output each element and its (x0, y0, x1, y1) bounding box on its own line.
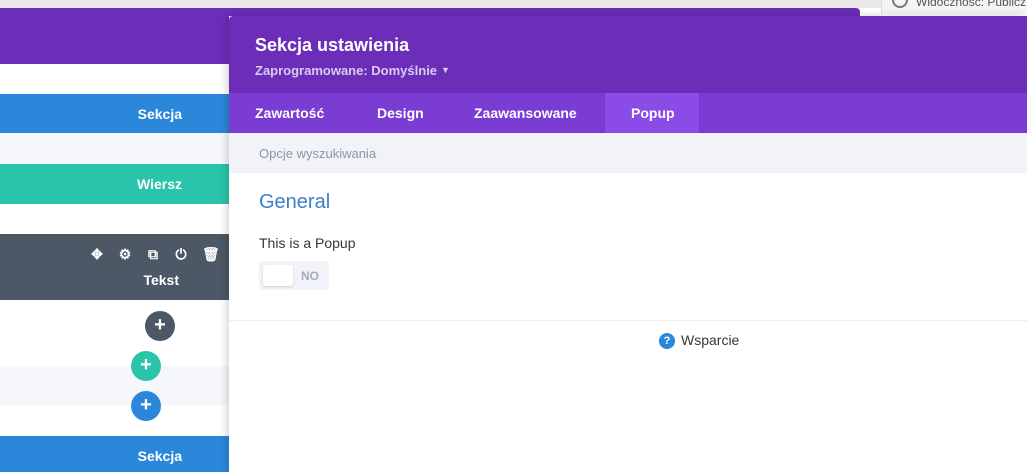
admin-top-strip (0, 0, 1027, 8)
toggle-value: NO (301, 269, 319, 283)
caret-down-icon: ▼ (441, 65, 450, 75)
search-placeholder: Opcje wyszukiwania (259, 146, 377, 161)
module-label: Tekst (143, 272, 179, 288)
modal-title: Sekcja ustawienia (255, 35, 410, 55)
options-search-input[interactable]: Opcje wyszukiwania (229, 133, 1027, 173)
support-link[interactable]: ? Wsparcie (659, 332, 739, 349)
tab-zawartosc[interactable]: Zawartość (229, 93, 351, 133)
builder-spacer (0, 133, 229, 164)
eye-icon (892, 0, 908, 8)
trash-icon[interactable]: 🗑 (202, 247, 220, 261)
add-section-button[interactable]: + (131, 391, 161, 421)
add-row-button[interactable]: + (131, 351, 161, 381)
popup-toggle[interactable]: NO (259, 261, 329, 290)
help-icon: ? (659, 333, 675, 349)
gear-icon[interactable]: ⚙ (118, 247, 132, 261)
preset-dropdown[interactable]: Zaprogramowane: Domyślnie ▼ (255, 63, 450, 78)
add-module-button[interactable]: + (145, 311, 175, 341)
row-label: Sekcja (137, 106, 182, 122)
toggle-knob (263, 265, 293, 286)
builder-row-sekcja-2[interactable]: Sekcja (0, 436, 229, 472)
builder-row-wiersz[interactable]: Wiersz (0, 164, 229, 204)
tab-zaawansowane[interactable]: Zaawansowane (448, 93, 605, 133)
popup-field-label: This is a Popup (259, 235, 356, 251)
visibility-status[interactable]: Widoczność: Publicz (881, 0, 1027, 14)
row-label: Sekcja (137, 448, 182, 464)
modal-header: Sekcja ustawienia Zaprogramowane: Domyśl… (229, 16, 1027, 93)
builder-spacer (0, 366, 229, 405)
row-label: Wiersz (136, 176, 182, 192)
move-icon[interactable]: ✥ (90, 247, 104, 261)
tab-design[interactable]: Design (351, 93, 448, 133)
builder-module-tekst[interactable]: ✥ ⚙ ⧉ ⏻ 🗑 Tekst (0, 234, 229, 300)
builder-row-sekcja-1[interactable]: Sekcja (0, 94, 229, 133)
section-title-general[interactable]: General (259, 191, 330, 214)
visibility-text: Widoczność: Publicz (916, 0, 1027, 9)
preset-label: Zaprogramowane: Domyślnie (255, 63, 438, 78)
support-label: Wsparcie (681, 332, 740, 348)
power-icon[interactable]: ⏻ (174, 247, 188, 261)
modal-tabs: Zawartość Design Zaawansowane Popup (229, 93, 1027, 133)
duplicate-icon[interactable]: ⧉ (146, 247, 160, 261)
tab-popup[interactable]: Popup (605, 93, 699, 133)
settings-modal: Sekcja ustawienia Zaprogramowane: Domyśl… (229, 16, 1027, 472)
divider (229, 320, 1027, 321)
